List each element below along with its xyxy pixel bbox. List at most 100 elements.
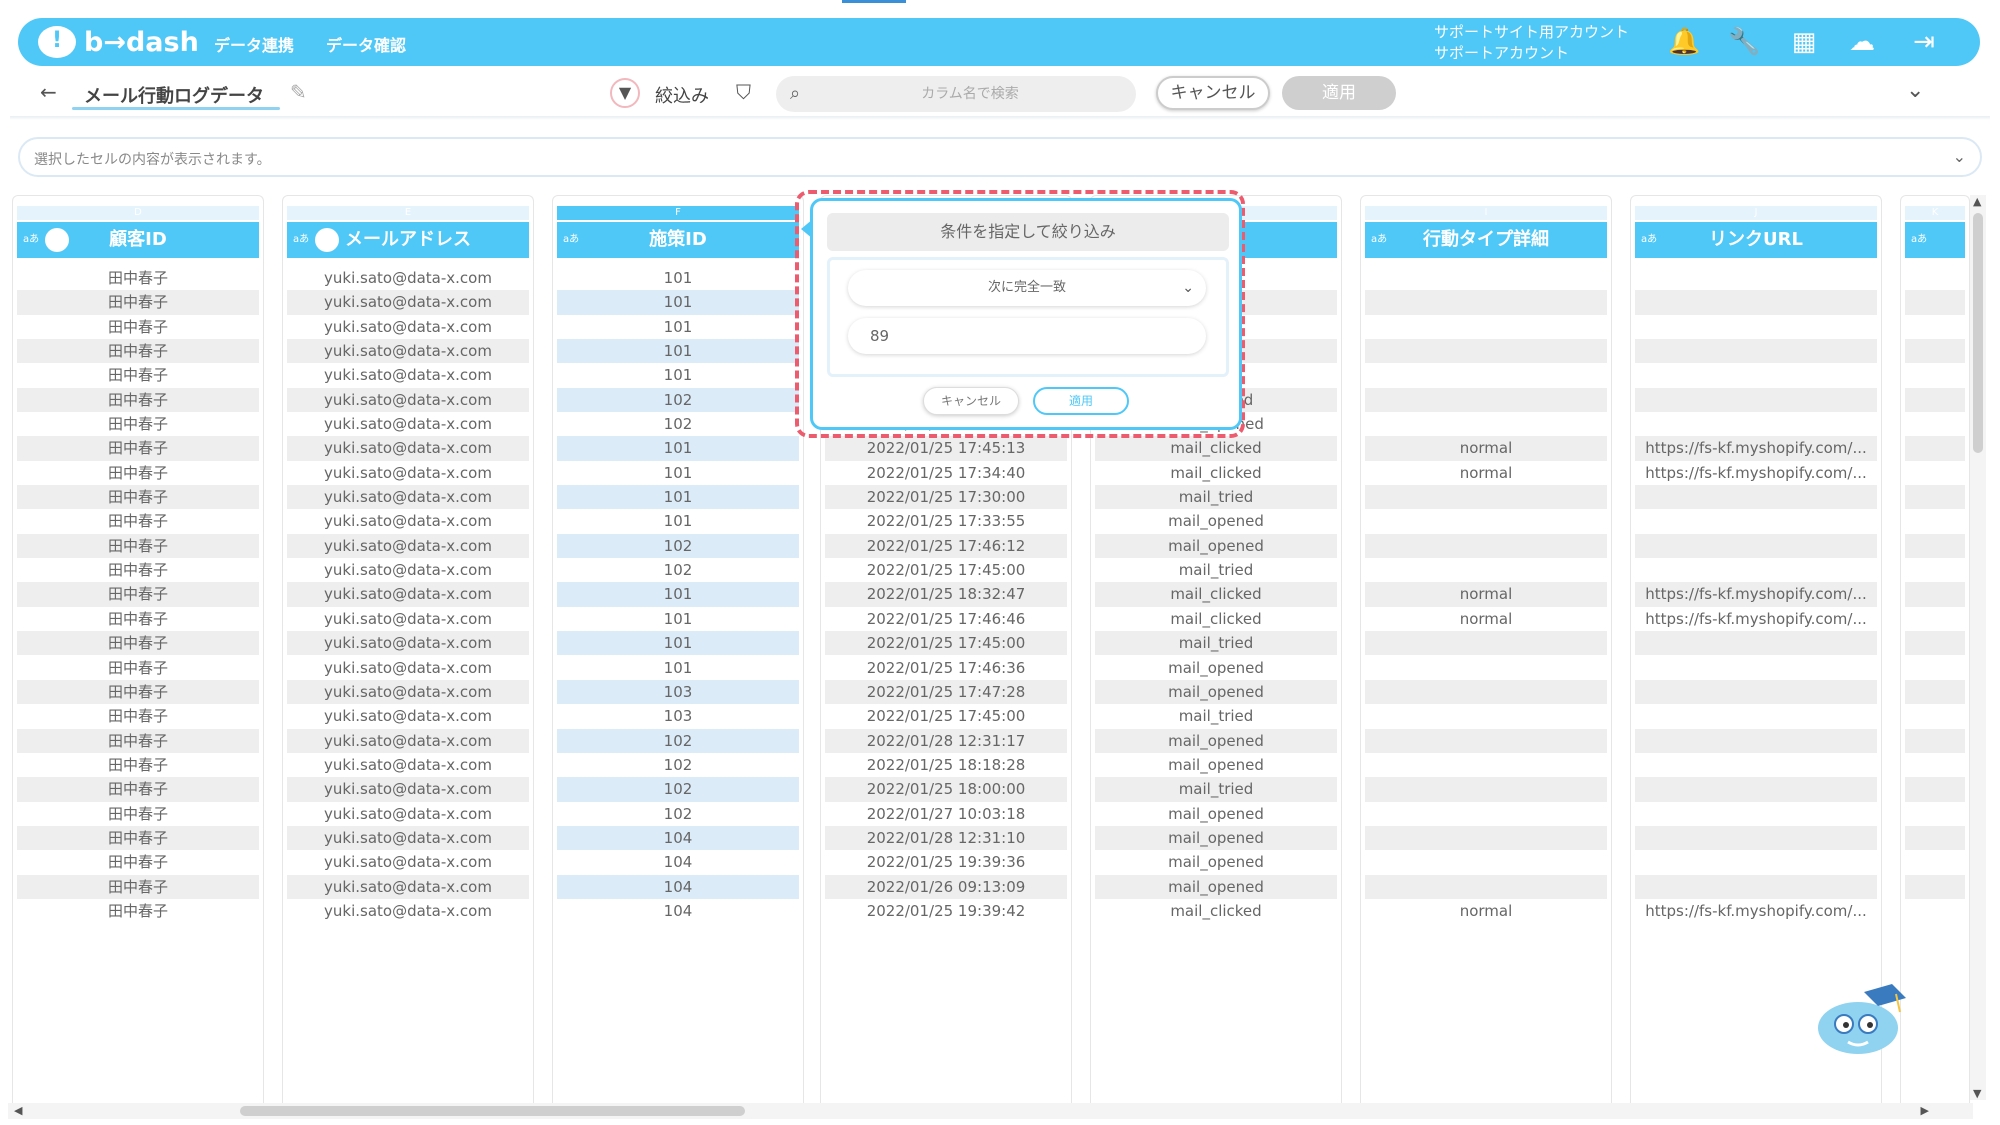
table-cell[interactable]: mail_opened xyxy=(1095,802,1337,826)
table-cell[interactable] xyxy=(1905,461,1965,485)
mascot-character-icon[interactable] xyxy=(1808,980,1918,1060)
table-cell[interactable] xyxy=(1905,315,1965,339)
scroll-up-icon[interactable]: ▲ xyxy=(1973,195,1981,208)
table-cell[interactable]: 2022/01/25 17:45:00 xyxy=(825,558,1067,582)
table-cell[interactable]: yuki.sato@data-x.com xyxy=(287,558,529,582)
table-cell[interactable] xyxy=(1905,679,1965,705)
table-cell[interactable] xyxy=(1635,850,1877,874)
table-cell[interactable]: yuki.sato@data-x.com xyxy=(287,656,529,680)
scroll-right-icon[interactable]: ▶ xyxy=(1921,1104,1929,1117)
table-cell[interactable]: 田中春子 xyxy=(17,850,259,874)
table-cell[interactable] xyxy=(1635,412,1877,436)
table-cell[interactable] xyxy=(1365,485,1607,510)
filter-label[interactable]: 絞込み xyxy=(655,82,709,108)
table-cell[interactable]: mail_opened xyxy=(1095,753,1337,777)
table-cell[interactable]: 田中春子 xyxy=(17,290,259,315)
column-letter[interactable]: J xyxy=(1635,206,1877,220)
table-cell[interactable]: 田中春子 xyxy=(17,656,259,680)
wrench-icon[interactable]: 🔧 xyxy=(1728,26,1760,58)
grid-icon[interactable]: ▦ xyxy=(1788,26,1820,58)
table-cell[interactable]: mail_clicked xyxy=(1095,461,1337,485)
table-cell[interactable]: yuki.sato@data-x.com xyxy=(287,290,529,315)
table-cell[interactable]: 101 xyxy=(557,266,799,290)
table-cell[interactable]: yuki.sato@data-x.com xyxy=(287,485,529,510)
table-cell[interactable]: 104 xyxy=(557,874,799,899)
table-cell[interactable]: 2022/01/25 17:45:13 xyxy=(825,436,1067,461)
table-cell[interactable]: yuki.sato@data-x.com xyxy=(287,412,529,436)
table-cell[interactable]: mail_tried xyxy=(1095,631,1337,656)
table-cell[interactable] xyxy=(1635,558,1877,582)
table-cell[interactable]: 田中春子 xyxy=(17,509,259,533)
table-cell[interactable] xyxy=(1905,533,1965,559)
table-cell[interactable]: mail_tried xyxy=(1095,777,1337,802)
table-cell[interactable]: yuki.sato@data-x.com xyxy=(287,753,529,777)
table-cell[interactable] xyxy=(1365,631,1607,656)
table-cell[interactable] xyxy=(1635,704,1877,728)
table-cell[interactable] xyxy=(1635,290,1877,315)
column-header[interactable]: aあ 顧客ID xyxy=(17,222,259,258)
table-cell[interactable] xyxy=(1365,728,1607,753)
table-cell[interactable]: 2022/01/28 12:31:17 xyxy=(825,728,1067,753)
table-cell[interactable]: https://fs-kf.myshopify.com/... xyxy=(1635,607,1877,631)
table-cell[interactable]: 103 xyxy=(557,679,799,705)
table-cell[interactable]: yuki.sato@data-x.com xyxy=(287,582,529,607)
table-cell[interactable]: yuki.sato@data-x.com xyxy=(287,679,529,705)
table-cell[interactable]: mail_clicked xyxy=(1095,607,1337,631)
table-cell[interactable]: 田中春子 xyxy=(17,533,259,559)
table-cell[interactable]: 102 xyxy=(557,802,799,826)
table-cell[interactable]: 田中春子 xyxy=(17,436,259,461)
table-cell[interactable]: 2022/01/25 19:39:42 xyxy=(825,899,1067,923)
logout-icon[interactable]: ⇥ xyxy=(1908,26,1940,58)
table-cell[interactable]: 田中春子 xyxy=(17,558,259,582)
table-cell[interactable] xyxy=(1905,850,1965,874)
table-cell[interactable]: 田中春子 xyxy=(17,631,259,656)
table-cell[interactable]: 2022/01/25 17:30:00 xyxy=(825,485,1067,510)
table-cell[interactable] xyxy=(1365,704,1607,728)
column-search-input[interactable] xyxy=(820,76,1120,112)
table-cell[interactable] xyxy=(1905,777,1965,802)
table-cell[interactable]: 102 xyxy=(557,533,799,559)
column-header[interactable]: aあ 行動タイプ詳細 xyxy=(1365,222,1607,258)
table-cell[interactable]: 2022/01/25 18:00:00 xyxy=(825,777,1067,802)
table-cell[interactable]: yuki.sato@data-x.com xyxy=(287,363,529,387)
table-cell[interactable] xyxy=(1635,777,1877,802)
toolbar-cancel-button[interactable]: キャンセル xyxy=(1156,76,1270,110)
table-cell[interactable]: 101 xyxy=(557,461,799,485)
table-cell[interactable]: 101 xyxy=(557,509,799,533)
table-cell[interactable]: 田中春子 xyxy=(17,825,259,851)
support-character-icon[interactable]: ☁ xyxy=(1846,26,1878,58)
table-cell[interactable]: normal xyxy=(1365,582,1607,607)
column-header[interactable]: aあ リンクURL xyxy=(1635,222,1877,258)
table-cell[interactable]: mail_opened xyxy=(1095,679,1337,705)
chevron-down-icon[interactable]: ⌄ xyxy=(1953,147,1966,166)
nav-data-check[interactable]: データ確認 xyxy=(326,32,406,56)
table-cell[interactable] xyxy=(1905,436,1965,461)
table-cell[interactable]: yuki.sato@data-x.com xyxy=(287,874,529,899)
table-cell[interactable]: 田中春子 xyxy=(17,607,259,631)
table-cell[interactable] xyxy=(1905,290,1965,315)
table-cell[interactable]: 2022/01/28 12:31:10 xyxy=(825,825,1067,851)
shield-icon[interactable]: ⛉ xyxy=(736,80,751,104)
table-cell[interactable] xyxy=(1365,777,1607,802)
table-cell[interactable]: mail_opened xyxy=(1095,656,1337,680)
table-cell[interactable] xyxy=(1635,753,1877,777)
table-cell[interactable]: 104 xyxy=(557,899,799,923)
table-cell[interactable] xyxy=(1635,509,1877,533)
bdash-logo[interactable]: b→dash xyxy=(38,23,199,61)
table-cell[interactable] xyxy=(1635,387,1877,413)
table-cell[interactable] xyxy=(1905,339,1965,364)
table-cell[interactable]: yuki.sato@data-x.com xyxy=(287,387,529,413)
table-cell[interactable]: https://fs-kf.myshopify.com/... xyxy=(1635,582,1877,607)
table-cell[interactable]: 田中春子 xyxy=(17,679,259,705)
column-letter[interactable]: K xyxy=(1905,206,1965,220)
table-cell[interactable] xyxy=(1635,266,1877,290)
table-cell[interactable]: yuki.sato@data-x.com xyxy=(287,631,529,656)
horizontal-scrollbar[interactable]: ◀ ▶ xyxy=(8,1103,1973,1119)
table-cell[interactable]: 田中春子 xyxy=(17,582,259,607)
table-cell[interactable] xyxy=(1365,679,1607,705)
table-cell[interactable]: 102 xyxy=(557,412,799,436)
table-cell[interactable]: normal xyxy=(1365,607,1607,631)
column-letter[interactable]: F xyxy=(557,206,799,220)
table-cell[interactable]: 102 xyxy=(557,753,799,777)
table-cell[interactable]: 田中春子 xyxy=(17,266,259,290)
